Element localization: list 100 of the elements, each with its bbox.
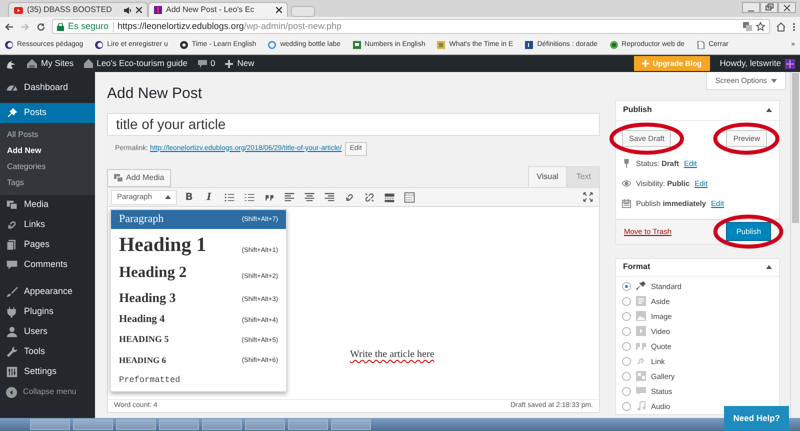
plus-icon: [225, 60, 234, 68]
radio-button[interactable]: [622, 402, 631, 411]
sliders-icon: [6, 366, 18, 378]
site-icon: [5, 41, 13, 49]
text-lines-icon: [636, 296, 646, 306]
sidebar-item[interactable]: Comments: [0, 255, 95, 275]
house-icon: [84, 59, 93, 68]
tab-title: Add New Post - Leo's Ec: [166, 5, 254, 14]
scrollbar[interactable]: [790, 72, 800, 418]
need-help-button[interactable]: Need Help?: [724, 406, 789, 431]
site-icon: [95, 41, 104, 49]
sidebar-item[interactable]: Dashboard: [0, 78, 95, 98]
sidebar-item[interactable]: Media: [0, 195, 95, 215]
body-text: Write the article here: [350, 349, 434, 360]
sidebar-item[interactable]: Posts: [0, 103, 95, 123]
radio-button[interactable]: [622, 342, 631, 351]
site-icon: [154, 6, 162, 14]
sidebar-item[interactable]: Appearance: [0, 282, 95, 302]
submenu-item[interactable]: Categories: [0, 159, 95, 175]
radio-button[interactable]: [622, 386, 631, 396]
my-sites-link[interactable]: My Sites: [27, 57, 74, 70]
radio-button[interactable]: [622, 312, 631, 321]
title-field[interactable]: title of your article: [107, 112, 600, 136]
play-logo-icon: [14, 6, 23, 14]
page-heading: Add New Post: [107, 84, 202, 104]
close-icon[interactable]: [136, 7, 142, 13]
site-icon: [525, 41, 534, 49]
quote-icon: [636, 341, 646, 352]
italic-button[interactable]: I: [201, 190, 217, 204]
sidebar-item[interactable]: Settings: [0, 362, 95, 382]
collapse-toggle-icon[interactable]: [766, 265, 772, 270]
restore-icon[interactable]: [760, 2, 778, 13]
site-icon: [268, 41, 276, 49]
sidebar-item[interactable]: Users: [0, 322, 95, 342]
music-note-icon: [636, 401, 646, 412]
browser-tab[interactable]: Add New Post - Leo's Ec: [148, 2, 288, 17]
home-icon[interactable]: [776, 22, 786, 32]
radio-button[interactable]: [622, 326, 631, 336]
comments-link[interactable]: 0: [198, 57, 216, 70]
radio-button[interactable]: [622, 296, 631, 306]
radio-button[interactable]: [622, 372, 631, 381]
site-name-link[interactable]: Leo's Eco-tourism guide: [84, 57, 188, 70]
caret-icon: [165, 195, 171, 199]
menu-icon[interactable]: [792, 22, 796, 32]
radio-button[interactable]: [622, 282, 631, 291]
secure-label: Es seguro: [68, 20, 109, 33]
wrench-icon: [6, 346, 18, 358]
close-icon[interactable]: [276, 7, 282, 13]
photos-icon: [6, 199, 18, 211]
site-icon: [352, 41, 361, 49]
speaker-icon: [124, 6, 132, 14]
minimize-icon[interactable]: [742, 2, 760, 13]
pin-icon: [6, 107, 18, 119]
site-icon: [696, 41, 705, 49]
eye-icon: [622, 179, 631, 188]
collapse-toggle-icon[interactable]: [766, 108, 772, 112]
star-icon[interactable]: [756, 22, 765, 31]
panel-title: Format: [623, 261, 650, 274]
sidebar-item[interactable]: Pages: [0, 235, 95, 255]
house-icon: [27, 59, 37, 68]
brush-icon: [6, 286, 18, 298]
add-media-button[interactable]: Add Media: [107, 169, 172, 187]
plus-icon: [642, 60, 649, 67]
sidebar-item[interactable]: Plugins: [0, 302, 95, 322]
translate-icon[interactable]: [743, 22, 752, 31]
site-icon: [437, 41, 446, 49]
editor-tab[interactable]: Visual: [528, 166, 568, 187]
radio-button[interactable]: [622, 356, 631, 366]
new-link[interactable]: New: [225, 57, 254, 70]
bold-button[interactable]: B: [181, 190, 197, 204]
site-icon: [180, 41, 188, 49]
format-option[interactable]: Preformatted: [111, 370, 286, 391]
chain-icon: [6, 219, 18, 231]
panel-title: Publish: [623, 104, 652, 116]
caret-icon: [771, 78, 777, 83]
person-icon: [6, 326, 18, 338]
submenu-item[interactable]: All Posts: [0, 127, 95, 143]
speech-bubble-icon: [198, 60, 207, 68]
submenu-item[interactable]: Tags: [0, 175, 95, 191]
lock-icon: [57, 22, 64, 30]
pin-icon: [636, 281, 646, 292]
close-icon[interactable]: [778, 2, 796, 13]
pin-icon: [622, 159, 631, 168]
link-icon: [636, 356, 646, 366]
browser-tab[interactable]: (35) DBASS BOOSTED: [8, 2, 148, 17]
video-icon: [636, 326, 646, 336]
collapse-menu-button[interactable]: Collapse menu: [0, 382, 95, 402]
sidebar-item[interactable]: Tools: [0, 342, 95, 362]
back-icon[interactable]: [4, 22, 14, 32]
fullscreen-icon[interactable]: [580, 190, 596, 204]
calendar-icon: [622, 199, 631, 208]
reload-icon[interactable]: [36, 22, 46, 32]
url-text: https://leonelortizv.edublogs.org/wp-admin/post-new.php: [118, 20, 342, 33]
sidebar-item[interactable]: Links: [0, 215, 95, 235]
speech-bubble-icon: [636, 386, 646, 396]
address-field[interactable]: Es seguro https://leonelortizv.edublogs.org/wp-admin/post-new.php: [52, 19, 770, 34]
submenu-item[interactable]: Add New: [0, 143, 95, 159]
tab-title: (35) DBASS BOOSTED: [27, 5, 112, 14]
account-link[interactable]: Howdy, letswrite: [720, 57, 795, 70]
plug-icon: [6, 306, 18, 318]
